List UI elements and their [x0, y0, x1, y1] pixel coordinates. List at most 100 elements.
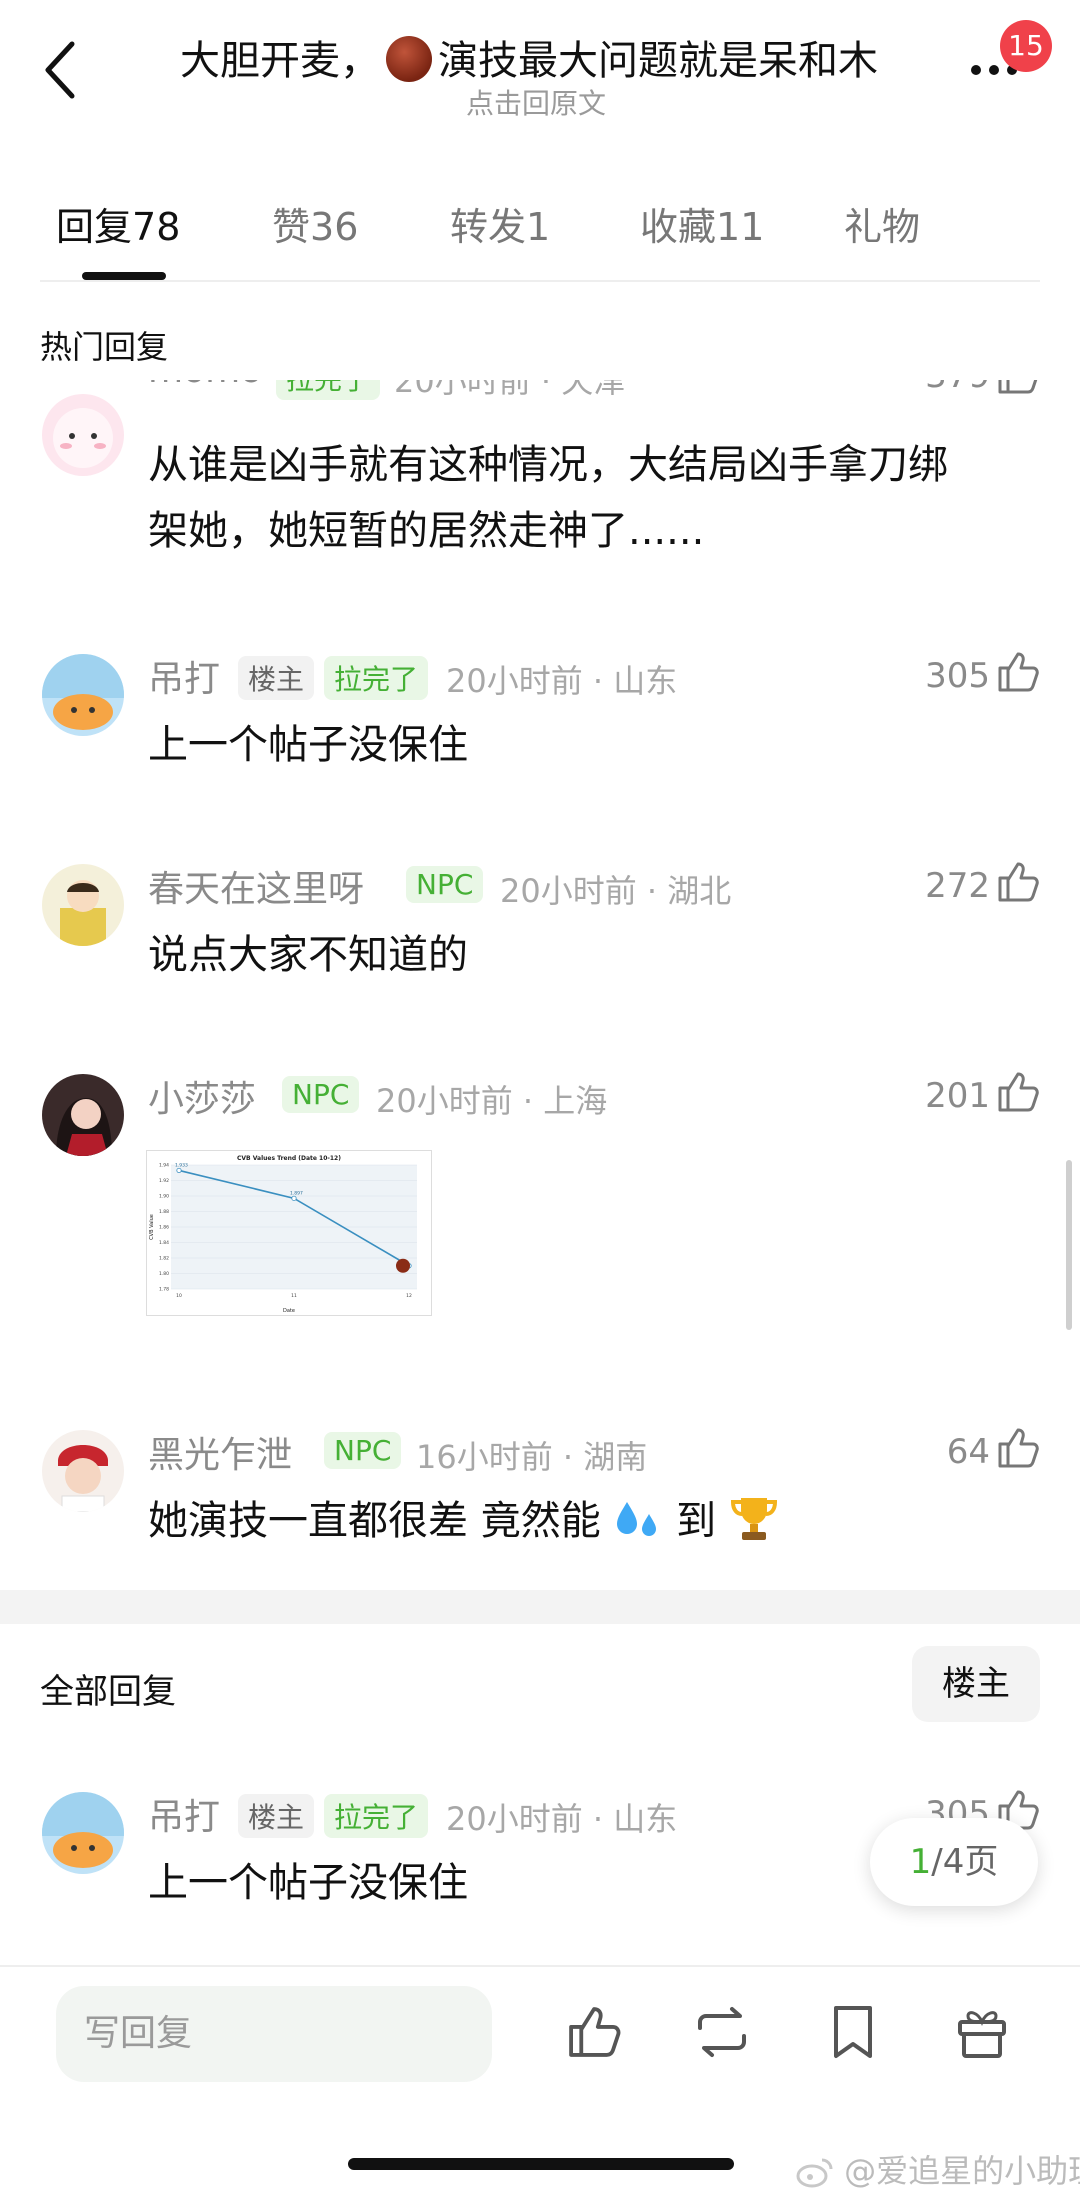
comment-meta: 20小时前 · 山东: [446, 662, 678, 700]
x-axis-label: Date: [283, 1308, 295, 1314]
like-icon[interactable]: [996, 650, 1040, 694]
title-prefix: 大胆开麦，: [180, 38, 380, 84]
owner-tag: 楼主: [238, 1794, 315, 1838]
reply-input[interactable]: 写回复: [56, 1986, 492, 2082]
avatar[interactable]: [42, 394, 124, 476]
back-icon[interactable]: [40, 38, 80, 102]
trophy-emoji-icon: [730, 1498, 777, 1540]
comment-text-line: 从谁是凶手就有这种情况，大结局凶手拿刀绑: [148, 442, 948, 488]
back-to-original-link[interactable]: 点击回原文: [466, 82, 606, 122]
all-replies-heading: 全部回复: [40, 1672, 176, 1712]
pagination-indicator[interactable]: 1/4页: [870, 1818, 1038, 1906]
username[interactable]: 小莎莎: [148, 1070, 256, 1122]
user-tag: NPC: [282, 1076, 360, 1113]
like-count[interactable]: 272: [900, 866, 990, 906]
notification-badge[interactable]: 15: [1000, 20, 1052, 72]
tab-label: 礼物: [844, 205, 921, 249]
avatar[interactable]: [42, 1074, 124, 1156]
tab-label: 回复: [56, 205, 133, 249]
active-tab-indicator: [82, 272, 166, 280]
watermark-text: @爱追星的小助理: [844, 2152, 1080, 2190]
like-icon[interactable]: [566, 2004, 622, 2060]
divider: [0, 1965, 1080, 1967]
tab-label: 转发: [450, 205, 527, 249]
tab-gifts[interactable]: 礼物: [844, 196, 920, 251]
like-count[interactable]: 201: [900, 1076, 990, 1116]
data-point: [176, 1167, 182, 1174]
tab-reposts[interactable]: 转发1: [450, 196, 550, 251]
like-icon[interactable]: [996, 860, 1040, 904]
comment-text-line: 上一个帖子没保住: [148, 722, 468, 768]
x-tick-label: 10: [176, 1293, 182, 1299]
like-icon[interactable]: [996, 380, 1040, 396]
y-tick-label: 1.86: [159, 1225, 169, 1231]
comment-text-line: 说点大家不知道的: [148, 932, 468, 978]
owner-tag: 楼主: [238, 656, 315, 700]
username[interactable]: 吊打: [148, 650, 220, 702]
home-indicator[interactable]: [348, 2158, 734, 2170]
username[interactable]: 吊打: [148, 1788, 220, 1840]
data-label: 1.933: [175, 1162, 188, 1168]
comment-text-line: 上一个帖子没保住: [148, 1860, 468, 1906]
gift-icon[interactable]: [956, 2004, 1008, 2060]
avatar[interactable]: [42, 1430, 124, 1512]
post-title[interactable]: 大胆开麦， 演技最大问题就是呆和木: [180, 28, 900, 86]
section-divider: [0, 1590, 1080, 1624]
tab-count: 11: [716, 205, 765, 249]
tab-label: 收藏: [640, 205, 717, 249]
tab-label: 赞: [272, 205, 311, 249]
avatar[interactable]: [42, 864, 124, 946]
like-icon[interactable]: [996, 1426, 1040, 1470]
y-tick-label: 1.90: [159, 1194, 169, 1200]
username[interactable]: 黑光乍泄: [148, 1426, 292, 1478]
like-count[interactable]: 379: [900, 380, 990, 396]
y-tick-label: 1.92: [159, 1178, 169, 1184]
comment-item[interactable]: momo 拉完了 20小时前 · 天津 379 从谁是凶手就有这种情况，大结局凶…: [0, 380, 1080, 610]
chestnut-sticker-icon: [396, 1258, 410, 1273]
divider: [40, 280, 1040, 282]
repost-icon[interactable]: [692, 2006, 752, 2058]
avatar[interactable]: [42, 654, 124, 736]
tab-count: 36: [310, 205, 359, 249]
user-tag: NPC: [406, 866, 484, 903]
current-page: 1: [909, 1842, 932, 1882]
like-count[interactable]: 305: [900, 656, 990, 696]
attached-chart-image[interactable]: CVB Values Trend (Date 10-12) Date CVB Val…: [146, 1150, 432, 1316]
comment-item[interactable]: 吊打 楼主 拉完了 20小时前 · 山东 305 上一个帖子没保住: [0, 640, 1080, 790]
bookmark-icon[interactable]: [830, 2004, 876, 2060]
comment-meta: 20小时前 · 天津: [394, 380, 626, 400]
avatar[interactable]: [42, 1792, 124, 1874]
data-label: 1.897: [290, 1190, 303, 1196]
user-tag: 拉完了: [324, 1794, 429, 1838]
tab-count: 78: [132, 205, 181, 249]
comment-text-part: 她演技一直都很差 竟然能: [148, 1498, 601, 1544]
weibo-logo-icon: [796, 2158, 833, 2188]
scrollbar[interactable]: [1066, 1160, 1072, 1330]
title-suffix: 演技最大问题就是呆和木: [438, 38, 878, 84]
comment-text-line: 她演技一直都很差 竟然能 到: [148, 1488, 779, 1554]
comment-item[interactable]: 黑光乍泄 NPC 16小时前 · 湖南 64 她演技一直都很差 竟然能 到: [0, 1416, 1080, 1566]
user-tag: NPC: [324, 1432, 402, 1469]
user-tag: 拉完了: [276, 380, 381, 400]
x-tick-label: 12: [406, 1293, 412, 1299]
tab-favorites[interactable]: 收藏11: [640, 196, 764, 251]
y-tick-label: 1.94: [159, 1163, 169, 1169]
y-tick-label: 1.88: [159, 1209, 169, 1215]
username[interactable]: momo: [148, 380, 262, 391]
data-point: [291, 1195, 297, 1201]
comment-text-line: 架她，她短暂的居然走神了......: [148, 508, 705, 554]
tab-count: 1: [526, 205, 551, 249]
tab-replies[interactable]: 回复78: [56, 196, 180, 251]
like-count[interactable]: 64: [900, 1432, 990, 1472]
comment-meta: 20小时前 · 山东: [446, 1800, 678, 1838]
like-icon[interactable]: [996, 1070, 1040, 1114]
tab-likes[interactable]: 赞36: [272, 196, 358, 251]
watermark: @爱追星的小助理: [796, 2146, 1080, 2192]
comment-item[interactable]: 春天在这里呀 NPC 20小时前 · 湖北 272 说点大家不知道的: [0, 850, 1080, 1000]
username[interactable]: 春天在这里呀: [148, 860, 364, 912]
comment-meta: 20小时前 · 上海: [376, 1082, 608, 1120]
x-tick-label: 11: [291, 1293, 297, 1299]
line-chart: CVB Values Trend (Date 10-12) Date CVB Val…: [149, 1155, 417, 1314]
y-tick-label: 1.78: [159, 1287, 169, 1293]
owner-only-filter-button[interactable]: 楼主: [912, 1646, 1040, 1722]
